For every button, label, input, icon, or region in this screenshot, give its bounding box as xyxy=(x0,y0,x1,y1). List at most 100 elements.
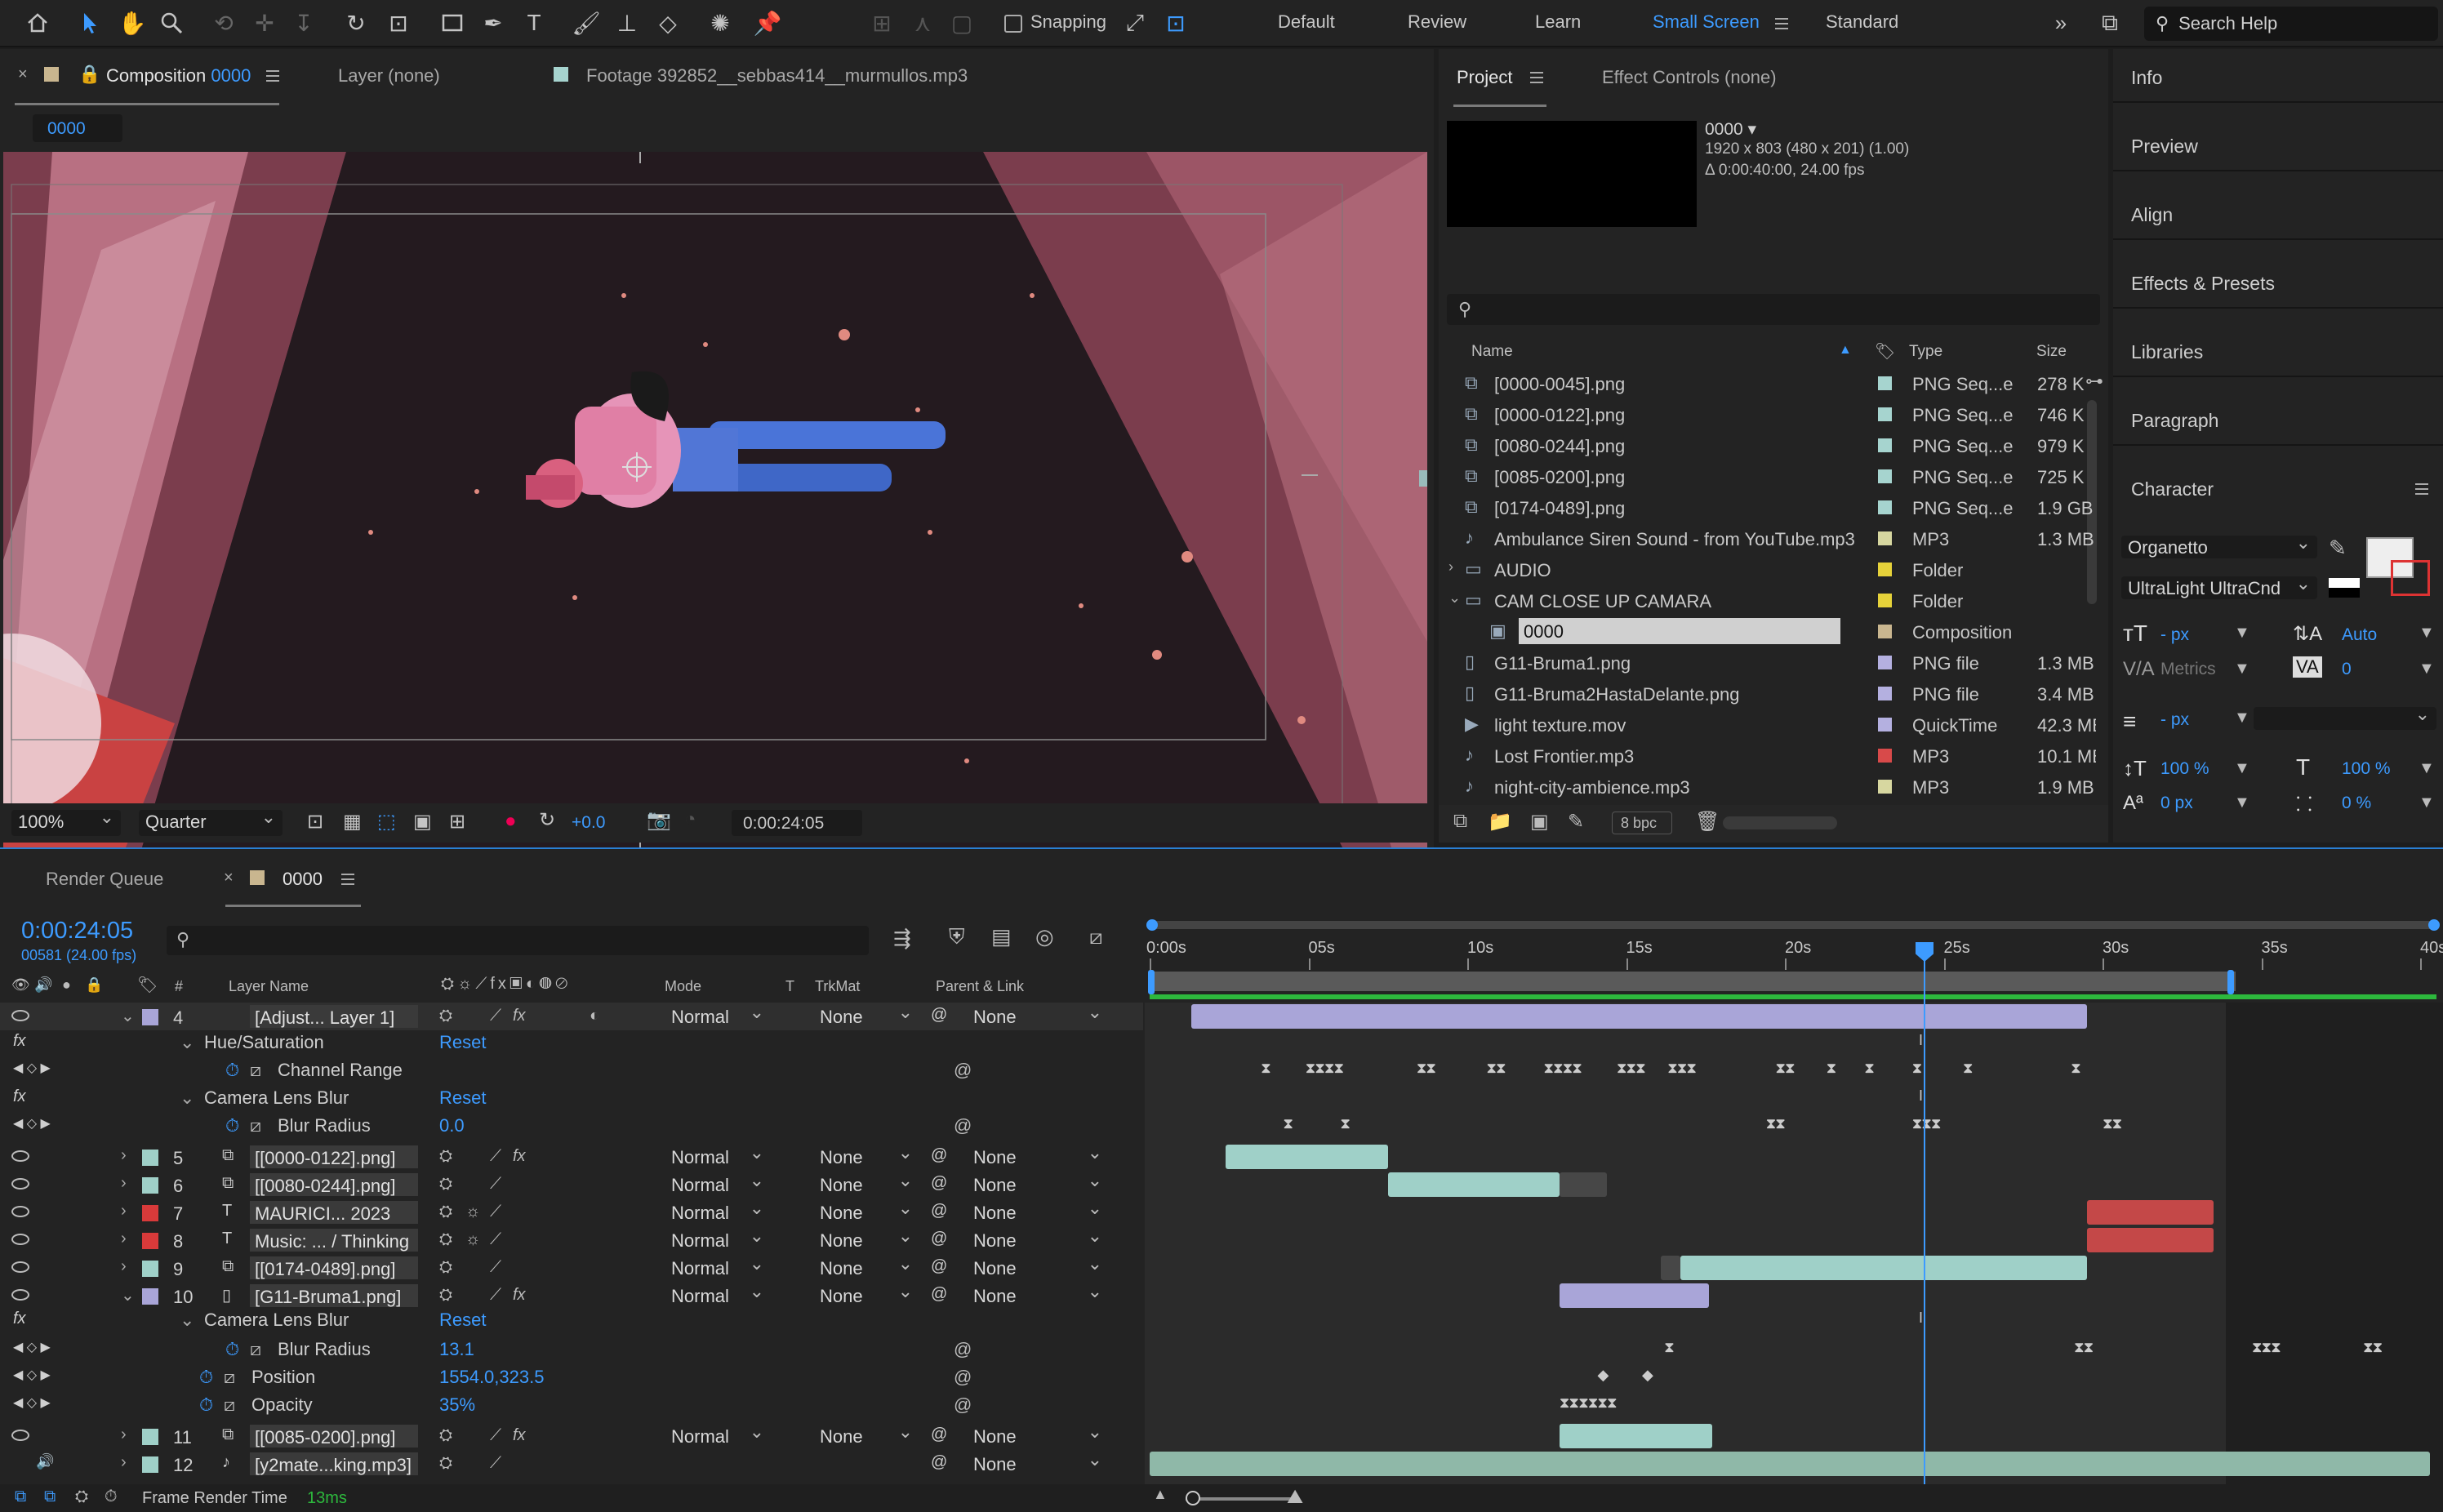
effect-name[interactable]: Hue/Saturation xyxy=(204,1032,324,1053)
label-column-icon[interactable]: 🏷 xyxy=(1875,341,1895,362)
layer-duration-bar[interactable] xyxy=(1190,1004,2087,1029)
bit-depth-button[interactable]: 8 bpc xyxy=(1612,812,1672,834)
project-item-label-color[interactable] xyxy=(1878,718,1892,732)
zoom-end-handle[interactable] xyxy=(2428,919,2440,931)
work-area-scroll[interactable] xyxy=(1148,921,2435,929)
shy-switch-icon[interactable]: ⛭ xyxy=(439,1258,452,1277)
twirl-arrow-icon[interactable]: › xyxy=(121,1202,127,1221)
keyframe-marker[interactable]: ⧗⧗⧗ xyxy=(1912,1115,1942,1132)
workspace-standard[interactable]: Standard xyxy=(1826,11,1898,33)
type-tool-icon[interactable]: T xyxy=(519,8,549,38)
rectangle-tool-icon[interactable] xyxy=(438,8,467,38)
parent-dropdown[interactable]: None xyxy=(967,1253,1109,1279)
project-item[interactable]: › ▭ AUDIO Folder xyxy=(1445,554,2098,585)
stroke-width-dropdown-arrow[interactable]: ▼ xyxy=(2234,709,2250,727)
font-family-dropdown[interactable]: Organetto xyxy=(2121,532,2317,558)
panel-align[interactable]: Align xyxy=(2131,204,2173,226)
layer-duration-bar[interactable] xyxy=(1559,1283,1709,1308)
quality-switch-icon[interactable]: ⟋ xyxy=(490,1230,501,1249)
quality-switch-icon[interactable]: ⟋ xyxy=(490,1286,501,1305)
project-settings-icon[interactable]: ✎ xyxy=(1568,810,1584,834)
transparency-grid-icon[interactable]: ▦ xyxy=(343,810,362,834)
twirl-arrow-icon[interactable]: › xyxy=(121,1453,127,1472)
stroke-width-value[interactable]: - px xyxy=(2160,710,2189,730)
parent-link-header[interactable]: Parent & Link xyxy=(936,978,1024,995)
vertical-scale-dropdown-arrow[interactable]: ▼ xyxy=(2234,759,2250,778)
keyframe-nav-icon[interactable]: ◀ ◇ ▶ xyxy=(13,1060,51,1076)
project-item-label-color[interactable] xyxy=(1878,656,1892,669)
layer-name-header[interactable]: Layer Name xyxy=(229,978,309,995)
keyframe-marker[interactable]: ⧗ xyxy=(2071,1060,2081,1077)
eraser-tool-icon[interactable]: ◇ xyxy=(653,8,683,38)
layer-name[interactable]: Music: ... / Thinking xyxy=(250,1229,418,1252)
layer-duration-bar[interactable] xyxy=(1559,1424,1712,1448)
layer-label-color[interactable] xyxy=(142,1177,158,1194)
visibility-eye-icon[interactable] xyxy=(11,1234,29,1245)
project-item[interactable]: ⧉ [0080-0244].png PNG Seq...e 979 K xyxy=(1445,429,2098,460)
layer-row[interactable]: ⌄ 10 ▯ [G11-Bruma1.png] ⛭ ⟋ fx Normal None @ None xyxy=(0,1281,1143,1310)
keyframe-marker[interactable]: ⧗ xyxy=(1664,1339,1675,1356)
font-size-dropdown-arrow[interactable]: ▼ xyxy=(2234,624,2250,643)
layer-label-color[interactable] xyxy=(142,1288,158,1305)
graph-icon[interactable]: ⧄ xyxy=(224,1394,235,1416)
selection-tool-icon[interactable] xyxy=(75,8,105,38)
viewer-timecode[interactable]: 0:00:24:05 xyxy=(732,810,862,836)
effect-fx-icon[interactable]: fx xyxy=(13,1310,26,1328)
search-help-field[interactable]: ⚲ Search Help xyxy=(2144,7,2438,41)
project-item[interactable]: ▯ G11-Bruma1.png PNG file 1.3 MB xyxy=(1445,647,2098,678)
visibility-eye-icon[interactable] xyxy=(11,1010,29,1021)
keyframe-marker[interactable]: ⧗⧗⧗ xyxy=(2252,1339,2281,1356)
expression-pickwhip-icon[interactable]: @ xyxy=(954,1367,972,1388)
parent-dropdown[interactable]: None xyxy=(967,1421,1109,1448)
horizontal-scale-dropdown-arrow[interactable]: ▼ xyxy=(2419,759,2435,778)
blend-mode-dropdown[interactable]: Normal xyxy=(665,1253,771,1279)
layer-duration-bar[interactable] xyxy=(1387,1172,1560,1197)
twirl-arrow-icon[interactable]: ⌄ xyxy=(121,1285,135,1305)
keyframe-marker[interactable]: ⧗ xyxy=(1864,1060,1875,1077)
twirl-arrow-icon[interactable]: › xyxy=(121,1174,127,1193)
panel-libraries[interactable]: Libraries xyxy=(2131,341,2203,363)
axis-icon[interactable]: ⋏ xyxy=(908,8,937,38)
tsume-value[interactable]: 0 % xyxy=(2342,794,2371,813)
parent-dropdown[interactable]: None xyxy=(967,1002,1109,1028)
keyframe-marker[interactable]: ⧗⧗ xyxy=(1775,1060,1795,1077)
project-item-label-color[interactable] xyxy=(1878,563,1892,576)
effect-twirl-icon[interactable]: ⌄ xyxy=(180,1087,194,1109)
keyframe-marker[interactable]: ⧗⧗ xyxy=(2074,1339,2094,1356)
layer-label-color[interactable] xyxy=(142,1456,158,1473)
snapshot-camera-icon[interactable]: 📷 xyxy=(647,808,671,832)
dolly-camera-icon[interactable]: ↧ xyxy=(289,8,318,38)
toggle-layer-switches-icon[interactable]: ⧉ xyxy=(15,1488,26,1506)
column-size-header[interactable]: Size xyxy=(2036,343,2067,361)
keyframe-marker[interactable]: I xyxy=(1919,1087,1923,1105)
track-matte-dropdown[interactable]: None xyxy=(813,1170,919,1196)
effect-reset-link[interactable]: Reset xyxy=(439,1087,486,1109)
hand-tool-icon[interactable]: ✋ xyxy=(118,8,147,38)
stopwatch-icon[interactable]: ⏱ xyxy=(225,1339,239,1360)
snap-options-icon[interactable]: ⤢ xyxy=(1120,8,1150,38)
pick-whip-icon[interactable]: @ xyxy=(931,1285,947,1304)
twirl-arrow-icon[interactable]: › xyxy=(121,1425,127,1444)
layer-name[interactable]: [G11-Bruma1.png] xyxy=(250,1284,418,1307)
viewer-handle[interactable] xyxy=(1419,470,1427,487)
leading-value[interactable]: Auto xyxy=(2342,625,2377,645)
project-item-label-color[interactable] xyxy=(1878,687,1892,700)
twirl-arrow-icon[interactable]: › xyxy=(121,1146,127,1165)
close-tab-icon[interactable]: × xyxy=(18,65,28,84)
twirl-arrow-icon[interactable]: ⌄ xyxy=(121,1006,135,1026)
shy-switch-icon[interactable]: ⛭ xyxy=(439,1454,452,1473)
mode-header[interactable]: Mode xyxy=(665,978,701,995)
folder-twirl-icon[interactable]: ⌄ xyxy=(1448,589,1461,607)
project-item-label-color[interactable] xyxy=(1878,438,1892,452)
blend-mode-dropdown[interactable]: Normal xyxy=(665,1198,771,1224)
clone-stamp-icon[interactable]: ⊥ xyxy=(612,8,642,38)
adjustment-layer-icon[interactable]: ◐ xyxy=(590,1007,599,1025)
keyframe-marker[interactable]: I xyxy=(1919,1310,1923,1327)
blend-mode-dropdown[interactable]: Normal xyxy=(665,1225,771,1252)
stopwatch-icon[interactable]: ⏱ xyxy=(199,1394,213,1416)
parent-dropdown[interactable]: None xyxy=(967,1449,1109,1475)
project-item[interactable]: ⧉ [0000-0045].png PNG Seq...e 278 K xyxy=(1445,367,2098,398)
keyframe-marker[interactable]: ⧗ xyxy=(1340,1115,1351,1132)
layer-row[interactable]: › 6 ⧉ [[0080-0244].png] ⛭ ⟋ Normal None @ None xyxy=(0,1170,1143,1198)
timeline-search-field[interactable]: ⚲ xyxy=(167,926,869,955)
